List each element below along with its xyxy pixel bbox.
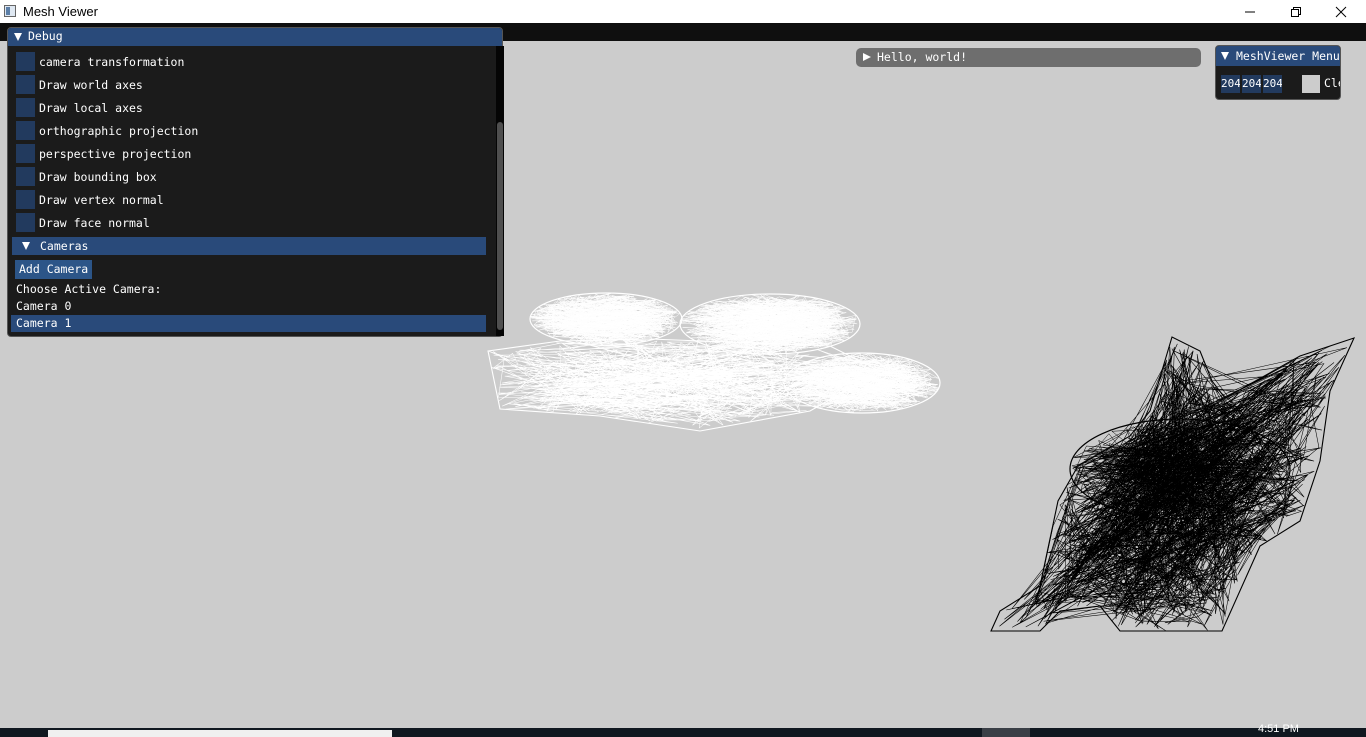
checkbox[interactable] (16, 213, 35, 232)
checkbox[interactable] (16, 98, 35, 117)
taskbar-clock: 4:51 PM (1258, 723, 1299, 735)
option-label: perspective projection (39, 147, 192, 161)
option-draw-bounding-box[interactable]: Draw bounding box (16, 167, 486, 188)
scrollbar-thumb[interactable] (497, 122, 503, 330)
close-button[interactable] (1318, 0, 1364, 23)
black-wireframe-mesh (990, 336, 1356, 632)
minimize-button[interactable] (1227, 0, 1273, 23)
clear-color-swatch[interactable] (1302, 75, 1320, 93)
clear-color-b-field[interactable]: 204 (1263, 75, 1282, 93)
option-draw-vertex-normal[interactable]: Draw vertex normal (16, 190, 486, 211)
option-draw-world-axes[interactable]: Draw world axes (16, 75, 486, 96)
restore-icon (1291, 6, 1301, 17)
hello-world-window[interactable]: Hello, world! (856, 48, 1201, 67)
restore-button[interactable] (1273, 0, 1319, 23)
camera-item-1-label: Camera 1 (16, 316, 72, 330)
option-label: orthographic projection (39, 124, 199, 138)
debug-scrollbar[interactable] (496, 46, 504, 336)
option-camera-transformation[interactable]: camera transformation (16, 52, 486, 73)
option-label: Draw vertex normal (39, 193, 164, 207)
app-icon (4, 5, 16, 17)
option-orthographic-projection[interactable]: orthographic projection (16, 121, 486, 142)
clear-color-r-field[interactable]: 204 (1221, 75, 1240, 93)
taskbar-search-box[interactable] (48, 730, 392, 737)
black-creature-wire (999, 343, 1348, 631)
checkbox[interactable] (16, 75, 35, 94)
menu-window-clip: MeshViewer Menu 204 204 204 Clear (1216, 46, 1340, 99)
expand-arrow-icon[interactable] (863, 53, 871, 61)
os-taskbar: 4:51 PM (0, 723, 1366, 737)
choose-camera-label: Choose Active Camera: (16, 282, 162, 296)
close-icon (1335, 6, 1347, 17)
option-label: Draw world axes (39, 78, 143, 92)
window-title: Mesh Viewer (23, 4, 98, 19)
clear-color-label: Clear (1324, 76, 1340, 90)
camera-item-0[interactable]: Camera 0 (16, 299, 71, 313)
collapse-arrow-icon[interactable] (1221, 52, 1229, 60)
menu-window-title: MeshViewer Menu (1236, 49, 1340, 63)
white-wireframe-mesh (487, 292, 941, 432)
option-perspective-projection[interactable]: perspective projection (16, 144, 486, 165)
meshviewer-menu-window[interactable]: MeshViewer Menu 204 204 204 Clear (1215, 45, 1341, 100)
clear-color-g-field[interactable]: 204 (1242, 75, 1261, 93)
hello-window-title: Hello, world! (877, 50, 968, 64)
cameras-section-header[interactable]: Cameras (12, 237, 486, 255)
checkbox[interactable] (16, 52, 35, 71)
add-camera-button[interactable]: Add Camera (15, 260, 93, 279)
window-titlebar: Mesh Viewer (0, 0, 1366, 23)
option-draw-face-normal[interactable]: Draw face normal (16, 213, 486, 234)
checkbox[interactable] (16, 144, 35, 163)
camera-item-1-selected[interactable]: Camera 1 (11, 315, 486, 332)
minimize-icon (1245, 11, 1255, 12)
option-label: Draw face normal (39, 216, 150, 230)
checkbox[interactable] (16, 167, 35, 186)
checkbox[interactable] (16, 190, 35, 209)
collapse-arrow-icon[interactable] (22, 242, 30, 250)
checkbox[interactable] (16, 121, 35, 140)
cameras-header-label: Cameras (40, 239, 89, 253)
option-label: Draw local axes (39, 101, 143, 115)
option-label: Draw bounding box (39, 170, 157, 184)
taskbar-active-app[interactable] (982, 728, 1030, 737)
debug-window-title: Debug (28, 29, 63, 43)
debug-window[interactable]: Debug camera transformation Draw world a… (7, 27, 504, 337)
collapse-arrow-icon[interactable] (14, 33, 22, 41)
option-label: camera transformation (39, 55, 185, 69)
menu-window-header[interactable]: MeshViewer Menu (1216, 46, 1340, 66)
option-draw-local-axes[interactable]: Draw local axes (16, 98, 486, 119)
debug-window-header[interactable]: Debug (8, 28, 502, 46)
